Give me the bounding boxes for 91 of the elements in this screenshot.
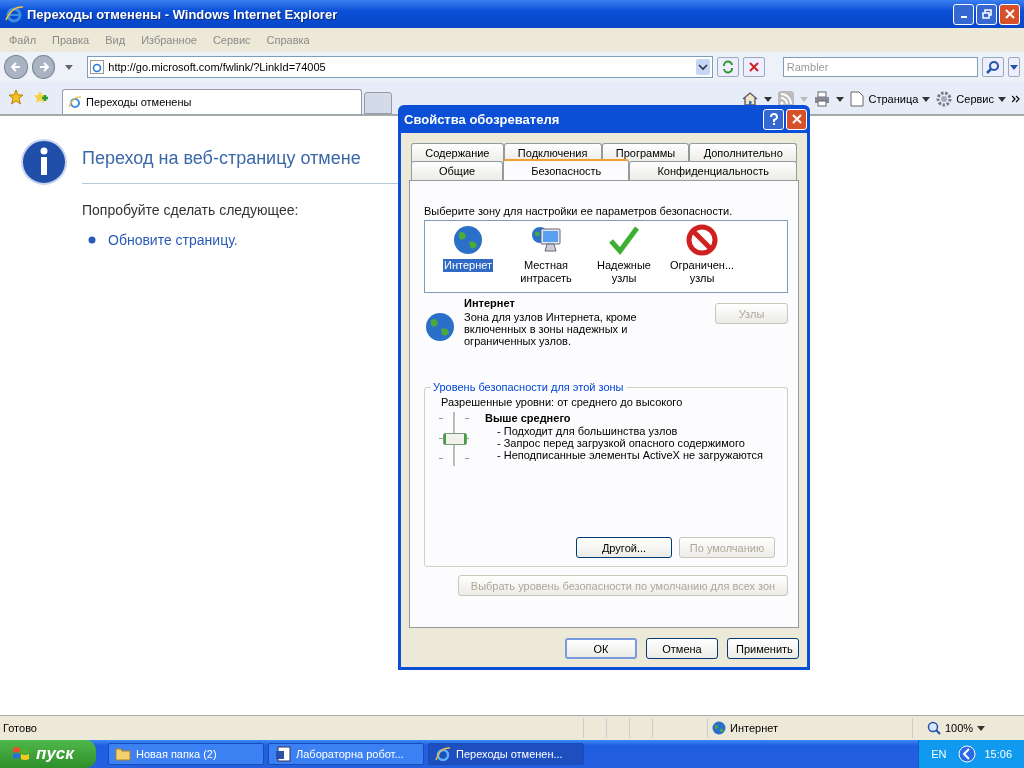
page-heading: Переход на веб-страницу отмене: [82, 148, 361, 169]
zone-label[interactable]: Ограничен... узлы: [668, 259, 736, 285]
prohibited-icon[interactable]: [686, 224, 718, 256]
home-icon[interactable]: [742, 91, 759, 107]
close-icon: [1004, 9, 1015, 19]
close-icon: [791, 114, 802, 124]
search-button[interactable]: [982, 57, 1005, 77]
page-menu[interactable]: Страница: [850, 91, 931, 107]
zoom-button[interactable]: 100%: [912, 718, 1013, 738]
suggestion-text: Попробуйте сделать следующее:: [82, 202, 299, 218]
search-field[interactable]: Rambler: [782, 57, 979, 77]
close-button[interactable]: [786, 108, 807, 130]
level-name: Выше среднего: [485, 412, 571, 424]
window-title: Переходы отменены - Windows Internet Explorer: [27, 6, 339, 22]
address-field[interactable]: http://go.microsoft.com/fwlink/?LinkId=74005: [87, 56, 714, 78]
globe-icon: [712, 721, 726, 735]
forward-button[interactable]: [31, 55, 56, 79]
dropdown-icon: [696, 59, 711, 75]
slider-thumb[interactable]: [443, 433, 467, 445]
info-icon: [20, 138, 68, 186]
dialog-tab[interactable]: Общие: [411, 161, 504, 180]
zone-title: Интернет: [464, 297, 516, 309]
globe-icon[interactable]: [452, 224, 484, 256]
stop-button[interactable]: [743, 57, 765, 77]
browser-logo-icon: [4, 4, 24, 24]
document-icon: [275, 746, 291, 762]
dialog-tab[interactable]: Дополнительно: [689, 143, 797, 162]
restore-icon: [981, 9, 992, 19]
level-description: - Подходит для большинства узлов: [497, 425, 678, 437]
refresh-page-link[interactable]: Обновите страницу.: [108, 232, 238, 248]
close-button[interactable]: [999, 3, 1020, 25]
security-slider[interactable]: [437, 412, 471, 466]
refresh-icon: [721, 60, 736, 74]
caret-icon: [977, 725, 986, 731]
chevron-icon[interactable]: [1012, 95, 1020, 103]
caret-icon[interactable]: [836, 96, 845, 102]
globe-icon: [424, 311, 456, 343]
tools-menu[interactable]: Сервис: [936, 91, 1006, 107]
help-button[interactable]: [763, 108, 784, 130]
caret-icon[interactable]: [764, 96, 773, 102]
taskbar-button[interactable]: Переходы отменен...: [428, 743, 584, 765]
dialog-tab[interactable]: Конфиденциальность: [629, 161, 797, 180]
zoom-icon: [927, 721, 941, 735]
zone-prompt: Выберите зону для настройки ее параметров безопасности.: [424, 205, 734, 217]
restore-button[interactable]: [976, 3, 997, 25]
caret-icon: [922, 96, 931, 102]
zone-label[interactable]: Интернет: [443, 259, 493, 272]
level-description: - Запрос перед загрузкой опасного содержимого: [497, 437, 745, 449]
browser-logo-icon: [68, 95, 82, 109]
caret-icon[interactable]: [65, 64, 74, 70]
search-options-button[interactable]: [1008, 57, 1020, 77]
back-arrow-icon: [9, 61, 22, 73]
forward-arrow-icon: [37, 61, 50, 73]
checkmark-icon[interactable]: [608, 224, 640, 256]
bullet-icon: [88, 236, 96, 244]
taskbar-button[interactable]: Новая папка (2): [108, 743, 264, 765]
dialog-tab[interactable]: Безопасность: [503, 159, 630, 180]
caret-icon: [1010, 64, 1019, 70]
zone-label: Интернет: [730, 722, 778, 734]
zone-label[interactable]: Местная интрасеть: [519, 259, 573, 285]
taskbar-button[interactable]: Лабораторна робот...: [268, 743, 424, 765]
zone-label[interactable]: Надежные узлы: [596, 259, 652, 285]
search-icon: [986, 60, 1001, 74]
dialog-tab[interactable]: Содержание: [411, 143, 504, 162]
stop-icon: [747, 61, 760, 73]
add-favorite-icon[interactable]: [32, 89, 48, 105]
status-text: Готово: [2, 722, 38, 734]
expand-tray-icon[interactable]: [958, 745, 977, 763]
cancel-button[interactable]: Отмена: [646, 638, 718, 659]
help-icon: [768, 113, 779, 125]
custom-level-button[interactable]: Другой...: [576, 537, 672, 558]
dialog-title: Свойства обозревателя: [404, 111, 560, 127]
browser-tab[interactable]: Переходы отменены: [62, 89, 362, 114]
caret-icon: [998, 96, 1006, 102]
apply-button[interactable]: Применить: [727, 638, 799, 659]
folder-icon: [115, 747, 131, 761]
level-description: - Неподписанные элементы ActiveX не загружаются: [497, 449, 763, 461]
zone-description: Зона для узлов Интернета, кроме включенных в зоны надежных и ограниченных узлов.: [464, 311, 638, 347]
windows-flag-icon: [12, 745, 30, 763]
minimize-button[interactable]: [953, 3, 974, 25]
minimize-icon: [960, 16, 967, 18]
printer-icon[interactable]: [814, 91, 831, 107]
group-title: Уровень безопасности для этой зоны: [431, 381, 626, 394]
browser-logo-icon: [435, 746, 451, 762]
favorites-star-icon[interactable]: [8, 89, 24, 105]
clock: 15:06: [984, 748, 1012, 760]
refresh-button[interactable]: [717, 57, 740, 77]
back-button[interactable]: [4, 55, 28, 79]
gear-icon: [936, 91, 953, 107]
ok-button[interactable]: ОК: [565, 638, 637, 659]
allowed-levels-text: Разрешенные уровни: от среднего до высокого: [441, 396, 684, 408]
